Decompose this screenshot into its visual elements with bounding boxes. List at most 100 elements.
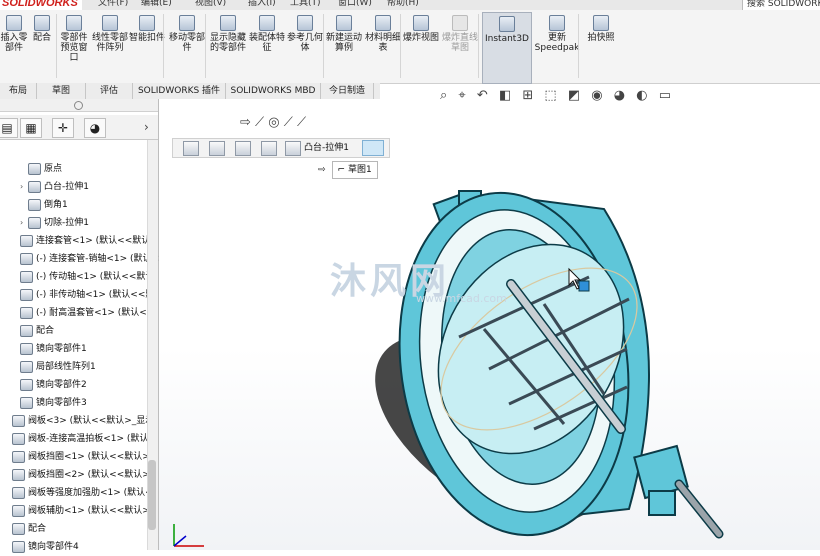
tree-item[interactable]: 连接套管<1> (默认<<默认: [0, 232, 160, 250]
tree-item-label: 阀板挡圈<2> (默认<<默认>_显: [28, 470, 152, 480]
filter-circle-icon[interactable]: ◎: [268, 115, 279, 130]
filter-arrow-icon[interactable]: ⇨: [240, 115, 251, 130]
menu-help[interactable]: 帮助(H): [387, 0, 419, 10]
tab-layout[interactable]: 布局: [0, 83, 37, 99]
ribbon-button-8[interactable]: 参考几何体: [286, 12, 324, 82]
panel-split-handle[interactable]: [0, 99, 158, 112]
ribbon-button-label: 材料明细表: [364, 33, 401, 53]
ribbon-button-0[interactable]: 插入零部件: [0, 12, 28, 82]
hide-show-items-icon[interactable]: ◉: [591, 88, 602, 103]
view-settings-icon[interactable]: ▭: [659, 88, 671, 103]
tree-item[interactable]: 阀板<3> (默认<<默认>_显示状: [0, 412, 152, 430]
filter-edge-icon[interactable]: ⟋: [255, 115, 264, 130]
tree-item[interactable]: (-) 非传动轴<1> (默认<<默: [0, 286, 160, 304]
tab-make-today[interactable]: 今日制造: [321, 83, 374, 99]
tree-item-label: 阀板<3> (默认<<默认>_显示状: [28, 416, 152, 426]
tree-item[interactable]: 镜向零部件2: [0, 376, 160, 394]
menu-insert[interactable]: 插入(I): [248, 0, 276, 10]
apply-scene-icon[interactable]: ◐: [636, 88, 647, 103]
ribbon-button-3[interactable]: 线性零部件阵列: [92, 12, 128, 82]
tree-item[interactable]: 镜向零部件3: [0, 394, 160, 412]
menu-window[interactable]: 窗口(W): [338, 0, 372, 10]
breadcrumb-component-icon[interactable]: [235, 141, 251, 156]
tab-solidworks-addins[interactable]: SOLIDWORKS 插件: [133, 83, 226, 99]
ribbon-button-9[interactable]: 新建运动算例: [325, 12, 363, 82]
ribbon-button-4[interactable]: 智能扣件: [128, 12, 166, 82]
configuration-manager-icon[interactable]: ✛: [52, 118, 74, 138]
tree-item[interactable]: 局部线性阵列1: [0, 358, 160, 376]
ribbon-button-7[interactable]: 装配体特征: [248, 12, 286, 82]
dynamic-annotation-icon[interactable]: ⊞: [522, 88, 533, 103]
tab-sketch[interactable]: 草图: [37, 83, 86, 99]
breadcrumb-assembly-icon[interactable]: [183, 141, 199, 156]
breadcrumb-feature-label[interactable]: 凸台-拉伸1: [304, 140, 349, 156]
tree-scrollbar-thumb[interactable]: [148, 460, 156, 530]
ribbon-button-12[interactable]: 爆炸直线草图: [440, 12, 480, 82]
property-manager-icon[interactable]: ▦: [20, 118, 42, 138]
tree-item[interactable]: 阀板辅肋<1> (默认<<默认>_显: [0, 502, 152, 520]
ribbon-button-label: 移动零部件: [168, 33, 205, 53]
breadcrumb-sketch[interactable]: ⇨ ⌐ 草图1: [318, 161, 378, 179]
bottom-bracket-boss: [648, 490, 676, 516]
ribbon-button-5[interactable]: 移动零部件: [168, 12, 206, 82]
menu-tools[interactable]: 工具(T): [290, 0, 321, 10]
ribbon-button-11[interactable]: 爆炸视图: [402, 12, 440, 82]
breadcrumb-subassembly-icon[interactable]: [209, 141, 225, 156]
view-orientation-icon[interactable]: ⬚: [544, 88, 556, 103]
ribbon-button-6[interactable]: 显示隐藏的零部件: [208, 12, 248, 82]
tree-item[interactable]: 倒角1: [0, 196, 168, 214]
filter-face-icon[interactable]: ⟋: [297, 115, 306, 130]
tree-item[interactable]: 阀板-连接高温拍板<1> (默认<: [0, 430, 152, 448]
tree-item[interactable]: 配合: [0, 322, 160, 340]
ribbon-button-10[interactable]: 材料明细表: [364, 12, 402, 82]
tree-item-label: (-) 耐高温套管<1> (默认<<: [36, 308, 155, 318]
ribbon-tool-icon: [499, 16, 515, 32]
tree-item[interactable]: 镜向零部件4: [0, 538, 152, 556]
zoom-to-fit-icon[interactable]: ⌕: [440, 88, 447, 103]
tab-evaluate[interactable]: 评估: [86, 83, 133, 99]
solidworks-logo: SOLIDWORKS: [0, 0, 82, 10]
ribbon-tool-icon: [593, 15, 609, 31]
tree-item[interactable]: 阀板挡圈<1> (默认<<默认>_显: [0, 448, 152, 466]
tree-item[interactable]: (-) 传动轴<1> (默认<<默认: [0, 268, 160, 286]
tree-item-label: 连接套管<1> (默认<<默认: [36, 236, 151, 246]
tree-item[interactable]: 阀板挡圈<2> (默认<<默认>_显: [0, 466, 152, 484]
component-icon: [28, 162, 41, 175]
tree-item-label: 阀板等强度加强肋<1> (默认<<: [28, 488, 152, 498]
ribbon-button-15[interactable]: 拍快照: [584, 12, 618, 82]
ribbon-button-14[interactable]: 更新Speedpak: [532, 12, 582, 82]
tree-expand-icon[interactable]: ›: [20, 178, 28, 196]
ribbon-button-1[interactable]: 配合: [28, 12, 56, 82]
feature-tree-icon[interactable]: ▤: [0, 118, 18, 138]
ribbon-button-13[interactable]: Instant3D: [482, 12, 532, 84]
graphics-viewport[interactable]: [159, 99, 820, 550]
tree-item[interactable]: (-) 耐高温套管<1> (默认<<: [0, 304, 160, 322]
chevron-right-icon[interactable]: ›: [144, 120, 149, 134]
component-icon: [12, 414, 25, 427]
display-manager-icon[interactable]: ◕: [84, 118, 106, 138]
tree-item[interactable]: › 切除-拉伸1: [0, 214, 168, 232]
breadcrumb-part-icon[interactable]: [261, 141, 277, 156]
tree-item[interactable]: 配合: [0, 520, 152, 538]
menu-file[interactable]: 文件(F): [98, 0, 128, 10]
section-view-icon[interactable]: ◧: [499, 88, 511, 103]
reference-triad-icon: [173, 524, 204, 547]
menu-view[interactable]: 视图(V): [195, 0, 226, 10]
tab-solidworks-mbd[interactable]: SOLIDWORKS MBD: [226, 83, 321, 99]
ribbon-button-2[interactable]: 零部件预览窗口: [57, 12, 91, 82]
filter-vertex-icon[interactable]: ⟋: [284, 115, 293, 130]
tree-item[interactable]: (-) 连接套管-销轴<1> (默认<: [0, 250, 160, 268]
breadcrumb-sketch-icon[interactable]: [362, 140, 384, 156]
tree-item[interactable]: › 凸台-拉伸1: [0, 178, 168, 196]
menu-edit[interactable]: 编辑(E): [141, 0, 172, 10]
tree-item[interactable]: 原点: [0, 160, 168, 178]
zoom-area-icon[interactable]: ⌖: [458, 88, 465, 103]
tree-item[interactable]: 镜向零部件1: [0, 340, 160, 358]
tree-item[interactable]: 阀板等强度加强肋<1> (默认<<: [0, 484, 152, 502]
tree-expand-icon[interactable]: ›: [20, 214, 28, 232]
display-style-icon[interactable]: ◩: [568, 88, 580, 103]
edit-appearance-icon[interactable]: ◕: [614, 88, 625, 103]
previous-view-icon[interactable]: ↶: [477, 88, 488, 103]
breadcrumb-feature-icon[interactable]: [285, 141, 301, 156]
heads-up-view-toolbar: ⌕ ⌖ ↶ ◧ ⊞ ⬚ ◩ ◉ ◕ ◐ ▭: [440, 88, 678, 104]
